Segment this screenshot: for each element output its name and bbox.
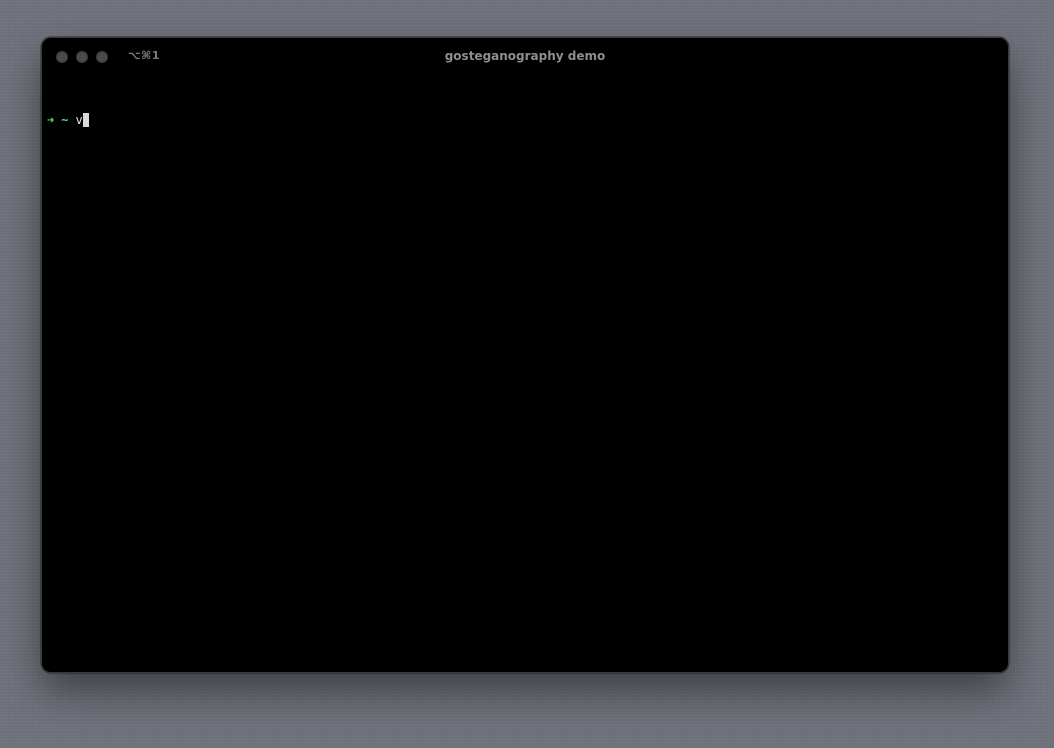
prompt-line: ➜ ~ v — [47, 112, 1003, 128]
terminal-content[interactable]: ➜ ~ v — [47, 80, 1003, 667]
window-title: gosteganography demo — [444, 49, 606, 63]
prompt-arrow-icon: ➜ — [47, 113, 55, 127]
prompt-directory: ~ — [61, 113, 69, 127]
command-input[interactable]: v — [75, 112, 82, 128]
text-cursor — [82, 113, 89, 127]
title-bar[interactable]: ⌥⌘1 gosteganography demo — [42, 38, 1008, 74]
terminal-window: ⌥⌘1 gosteganography demo ➜ ~ v — [41, 37, 1009, 673]
